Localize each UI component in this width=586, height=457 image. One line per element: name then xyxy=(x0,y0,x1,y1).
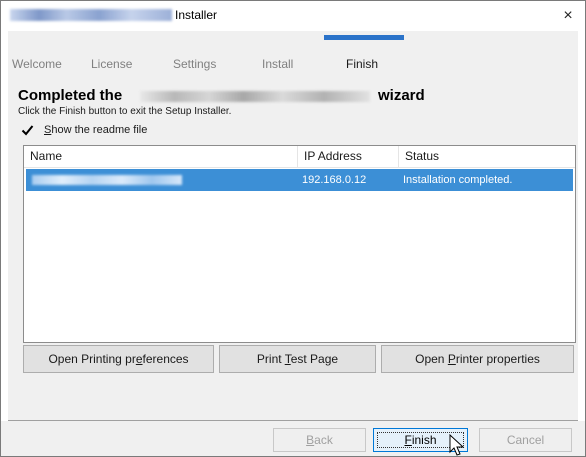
checkmark-icon[interactable] xyxy=(21,124,34,137)
wizard-content: Welcome License Settings Install Finish … xyxy=(8,31,578,421)
list-header: Name IP Address Status xyxy=(24,146,575,168)
page-subtitle: Click the Finish button to exit the Setu… xyxy=(18,106,232,117)
table-row[interactable]: 192.168.0.12 Installation completed. xyxy=(26,169,573,191)
row-status: Installation completed. xyxy=(403,174,513,186)
open-printer-properties-button[interactable]: Open Printer properties xyxy=(381,345,574,373)
window-title: Installer xyxy=(175,8,218,22)
cancel-button[interactable]: Cancel xyxy=(479,428,572,452)
redacted-product-name xyxy=(10,9,172,21)
step-settings: Settings xyxy=(173,57,217,71)
step-welcome: Welcome xyxy=(12,57,62,71)
column-header-ip-address[interactable]: IP Address xyxy=(297,146,398,167)
column-header-status[interactable]: Status xyxy=(398,146,575,167)
title-bar: Installer × xyxy=(1,1,585,31)
show-readme-label: Show the readme file xyxy=(44,124,148,136)
step-install: Install xyxy=(262,57,294,71)
page-title-prefix: Completed the xyxy=(18,87,123,104)
close-icon[interactable]: × xyxy=(551,1,585,31)
step-license: License xyxy=(91,57,133,71)
current-step-indicator xyxy=(324,35,404,40)
page-title-suffix: wizard xyxy=(378,87,425,104)
mouse-pointer-icon xyxy=(449,434,465,456)
print-test-page-button[interactable]: Print Test Page xyxy=(219,345,376,373)
open-printing-preferences-button[interactable]: Open Printing preferences xyxy=(23,345,214,373)
redacted-model-name xyxy=(140,91,370,102)
printer-list[interactable]: Name IP Address Status 192.168.0.12 Inst… xyxy=(23,145,576,343)
column-header-name[interactable]: Name xyxy=(24,146,297,167)
wizard-footer: Back Finish Cancel xyxy=(1,421,585,456)
wizard-steps: Welcome License Settings Install Finish xyxy=(8,57,578,73)
redacted-printer-name xyxy=(32,175,182,185)
installer-window: Installer × Welcome License Settings Ins… xyxy=(0,0,586,457)
back-button[interactable]: Back xyxy=(273,428,366,452)
row-ip-address: 192.168.0.12 xyxy=(302,174,367,186)
step-finish: Finish xyxy=(346,57,379,71)
